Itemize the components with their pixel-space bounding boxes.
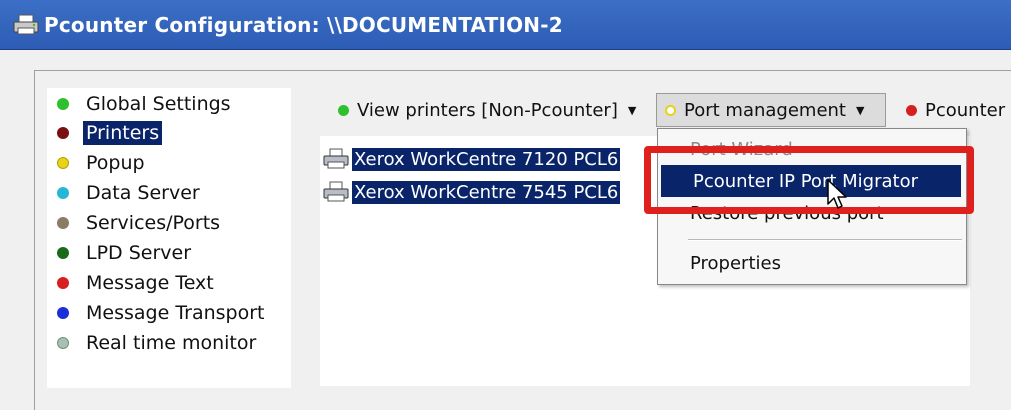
status-dot-icon [57, 187, 69, 199]
status-dot-icon [57, 98, 69, 110]
status-dot-icon [57, 247, 69, 259]
printer-icon [323, 148, 349, 169]
sidebar-item-label: Services/Ports [86, 212, 221, 234]
port-management-dropdown[interactable]: Port management ▼ [656, 93, 886, 127]
status-dot-icon [665, 104, 676, 116]
sidebar-item-real-time-monitor[interactable]: Real time monitor [57, 329, 259, 357]
sidebar-item-printers[interactable]: Printers [57, 119, 163, 147]
port-management-label: Port management [684, 99, 846, 121]
sidebar-item-services-ports[interactable]: Services/Ports [57, 209, 223, 237]
sidebar-item-message-transport[interactable]: Message Transport [57, 299, 267, 327]
printer-list-item[interactable]: Xerox WorkCentre 7545 PCL6 [322, 178, 621, 206]
pcounter-dropdown[interactable]: Pcounter [906, 93, 1005, 127]
printer-list-item[interactable]: Xerox WorkCentre 7120 PCL6 [322, 145, 621, 173]
sidebar-item-label: Global Settings [86, 93, 231, 115]
printer-icon [13, 14, 39, 35]
status-dot-icon [906, 104, 917, 116]
printer-name: Xerox WorkCentre 7545 PCL6 [352, 180, 621, 204]
title-bar: Pcounter Configuration: \\DOCUMENTATION-… [0, 0, 1011, 50]
status-dot-icon [57, 307, 69, 319]
view-printers-label: View printers [Non-Pcounter] [357, 99, 618, 121]
sidebar-item-label: Message Text [86, 272, 214, 294]
window-title: Pcounter Configuration: \\DOCUMENTATION-… [44, 13, 563, 37]
sidebar-item-label: Popup [86, 152, 145, 174]
menu-separator [688, 239, 962, 241]
sidebar-item-global-settings[interactable]: Global Settings [57, 90, 234, 118]
status-dot-icon [57, 337, 69, 349]
status-dot-icon [338, 104, 349, 116]
status-dot-icon [57, 217, 69, 229]
highlight-callout [644, 146, 974, 214]
menu-item-label: Properties [690, 252, 781, 274]
sidebar-item-label: Data Server [86, 182, 200, 204]
printer-icon [323, 181, 349, 202]
sidebar-tree[interactable]: Global Settings Printers Popup Data Serv… [47, 88, 291, 388]
chevron-down-icon: ▼ [855, 103, 865, 117]
sidebar-item-lpd-server[interactable]: LPD Server [57, 239, 194, 267]
sidebar-item-popup[interactable]: Popup [57, 149, 148, 177]
menu-item-properties[interactable]: Properties [658, 247, 966, 279]
chevron-down-icon: ▼ [627, 103, 637, 117]
mouse-pointer-icon [827, 179, 847, 209]
printer-name: Xerox WorkCentre 7120 PCL6 [352, 147, 621, 171]
sidebar-item-message-text[interactable]: Message Text [57, 269, 217, 297]
pcounter-label: Pcounter [925, 99, 1006, 121]
view-printers-dropdown[interactable]: View printers [Non-Pcounter] ▼ [338, 93, 636, 127]
sidebar-item-label: Printers [83, 121, 163, 145]
sidebar-item-label: Real time monitor [86, 332, 257, 354]
sidebar-item-data-server[interactable]: Data Server [57, 179, 203, 207]
sidebar-item-label: LPD Server [86, 242, 192, 264]
sidebar-item-label: Message Transport [86, 302, 265, 324]
status-dot-icon [57, 277, 69, 289]
status-dot-icon [57, 127, 69, 139]
status-dot-icon [57, 157, 69, 169]
